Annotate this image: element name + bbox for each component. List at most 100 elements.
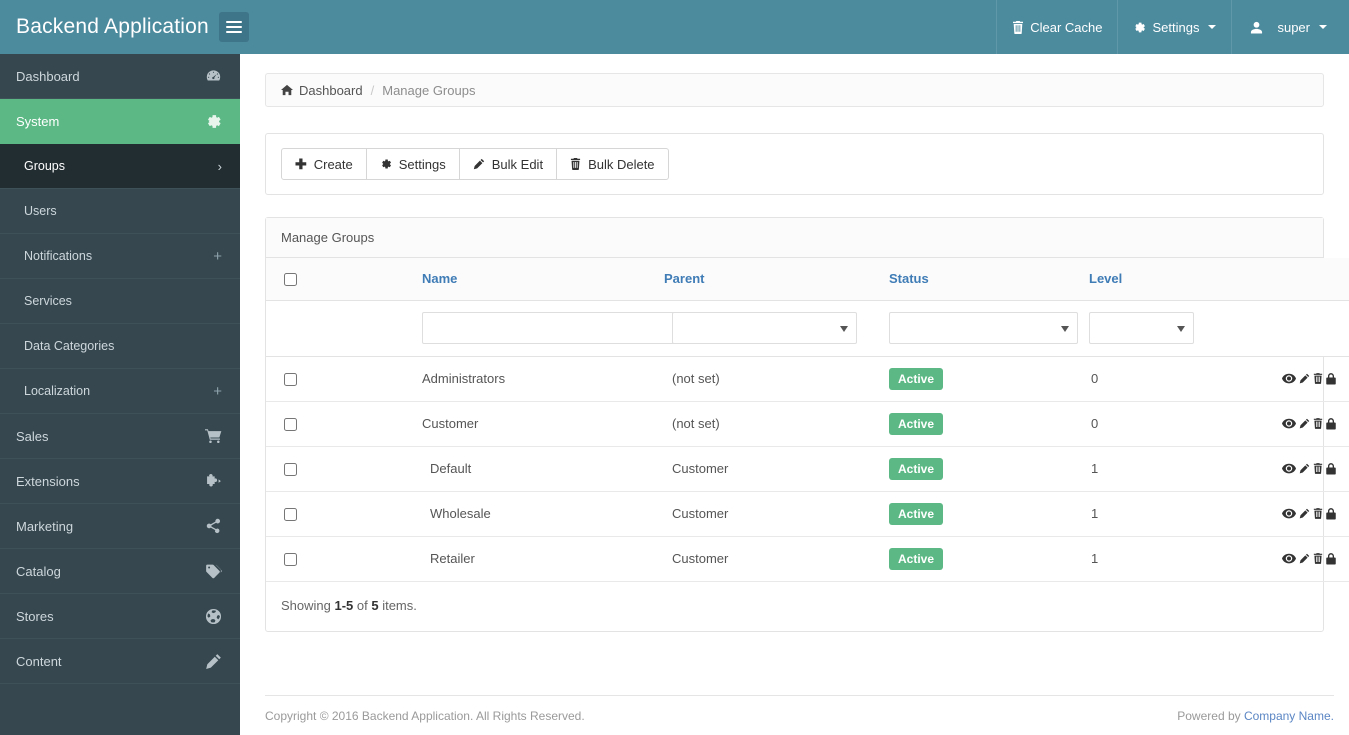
create-button[interactable]: ✚ Create [281,148,367,180]
edit-icon[interactable] [1299,553,1310,564]
bulk-delete-button[interactable]: Bulk Delete [556,148,669,180]
delete-icon[interactable] [1313,418,1323,429]
permissions-icon[interactable] [1326,507,1336,520]
edit-icon[interactable] [1299,373,1310,384]
filter-status-select[interactable] [889,312,1078,344]
row-checkbox[interactable] [284,373,297,387]
sidebar-item-users[interactable]: Users [0,189,240,234]
sort-level-link[interactable]: Level [1089,271,1122,286]
view-icon[interactable] [1282,553,1296,564]
filter-level-select[interactable] [1089,312,1194,344]
row-checkbox[interactable] [284,463,297,477]
breadcrumb-dashboard-link[interactable]: Dashboard [299,83,363,98]
powered-by: Powered by Company Name. [1177,709,1334,723]
row-checkbox[interactable] [284,508,297,522]
sidebar-item-label: Stores [16,608,54,624]
sort-parent-link[interactable]: Parent [664,271,704,286]
sidebar-item-dashboard[interactable]: Dashboard [0,54,240,99]
sidebar-item-localization[interactable]: Localization + [0,369,240,414]
row-select-cell [266,356,344,402]
gear-icon [1133,21,1146,34]
row-checkbox[interactable] [284,418,297,432]
sidebar-item-label: Services [24,294,72,308]
showing-middle: of [353,597,372,613]
hamburger-icon[interactable] [218,12,249,42]
cell-name: Retailer [344,536,664,582]
chevron-down-icon [1208,25,1217,29]
company-link[interactable]: Company Name. [1244,709,1334,723]
clear-cache-label: Clear Cache [1030,19,1103,35]
sidebar-item-label: System [16,113,60,129]
share-icon [205,518,222,534]
row-actions [1220,552,1336,565]
delete-icon[interactable] [1313,373,1323,384]
select-all-checkbox[interactable] [284,273,297,287]
filter-cell-actions [1212,300,1349,357]
sidebar-item-marketing[interactable]: Marketing [0,504,240,549]
view-icon[interactable] [1282,508,1296,519]
view-icon[interactable] [1282,463,1296,474]
filter-cell-checkbox [266,300,344,357]
permissions-icon[interactable] [1326,372,1336,385]
sidebar-item-content[interactable]: Content [0,639,240,684]
sidebar-item-label: Sales [16,428,49,444]
create-label: Create [313,156,353,172]
cell-level: 1 [1079,536,1212,582]
sidebar-item-label: Groups [24,159,65,173]
sidebar-item-label: Data Categories [24,339,115,353]
bulk-delete-label: Bulk Delete [588,156,655,172]
sidebar-item-sales[interactable]: Sales [0,414,240,459]
permissions-icon[interactable] [1326,552,1336,565]
cell-name: Customer [344,401,664,447]
sort-name-link[interactable]: Name [422,271,457,286]
sidebar-item-data-categories[interactable]: Data Categories [0,324,240,369]
cell-level: 0 [1079,356,1212,402]
breadcrumb: Dashboard / Manage Groups [265,73,1324,107]
settings-menu[interactable]: Settings [1117,0,1231,54]
filter-parent-select[interactable] [672,312,857,344]
groups-panel: Manage Groups Name Parent Status Level A… [265,217,1349,632]
sidebar-item-groups[interactable]: Groups › [0,144,240,189]
edit-icon[interactable] [1299,418,1310,429]
clear-cache-button[interactable]: Clear Cache [996,0,1117,54]
bulk-edit-button[interactable]: Bulk Edit [458,148,558,180]
gear-icon [205,113,222,130]
table-body: Administrators (not set) Active 0 Customer (n… [266,356,1349,582]
delete-icon[interactable] [1313,508,1323,519]
sidebar-item-stores[interactable]: Stores [0,594,240,639]
row-checkbox[interactable] [284,553,297,567]
permissions-icon[interactable] [1326,417,1336,430]
permissions-icon[interactable] [1326,462,1336,475]
settings-button[interactable]: Settings [365,148,460,180]
sidebar-item-notifications[interactable]: Notifications + [0,234,240,279]
edit-icon[interactable] [1299,508,1310,519]
status-badge: Active [889,547,944,570]
sidebar-item-system[interactable]: System [0,99,240,144]
top-header: Backend Application Clear Cache Settings [0,0,1349,54]
column-header-status: Status [879,258,1079,301]
sidebar-item-catalog[interactable]: Catalog [0,549,240,594]
cell-level: 1 [1079,491,1212,537]
settings-label: Settings [398,156,446,172]
app-root: Backend Application Clear Cache Settings [0,0,1349,735]
chevron-down-icon [1177,326,1185,332]
plus-icon: + [213,247,222,265]
sidebar-item-extensions[interactable]: Extensions [0,459,240,504]
cell-status: Active [879,536,1079,582]
edit-icon[interactable] [1299,463,1310,474]
toolbar: ✚ Create Settings Bulk Edit Bulk Delete [266,134,1323,194]
user-menu[interactable]: super [1231,0,1349,54]
tags-icon [205,563,222,579]
plus-icon: + [213,382,222,400]
settings-label: Settings [1152,19,1200,35]
delete-icon[interactable] [1313,463,1323,474]
table-row: Customer (not set) Active 0 [266,401,1349,447]
view-icon[interactable] [1282,418,1296,429]
sort-status-link[interactable]: Status [889,271,929,286]
breadcrumb-current: Manage Groups [382,82,476,98]
view-icon[interactable] [1282,373,1296,384]
sidebar: Dashboard System Groups › Users Notifica… [0,54,240,735]
sidebar-item-services[interactable]: Services [0,279,240,324]
delete-icon[interactable] [1313,553,1323,564]
cell-parent: (not set) [664,401,879,447]
